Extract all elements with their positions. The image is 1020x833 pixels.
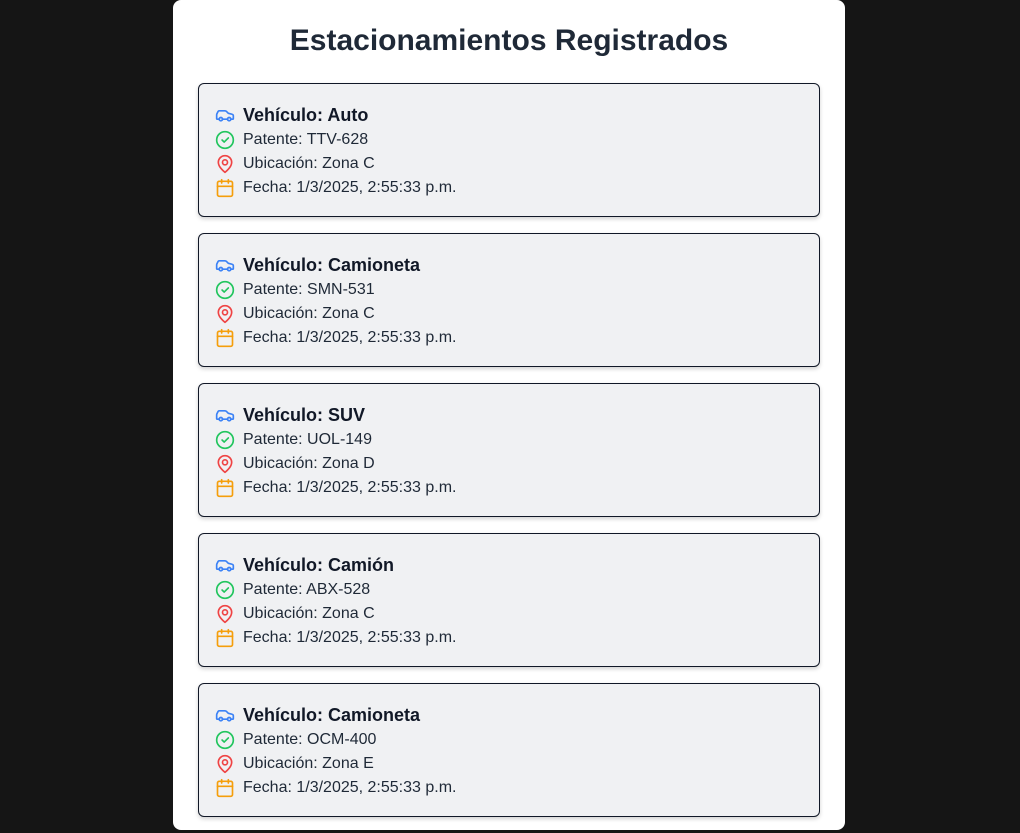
car-icon [215, 705, 235, 725]
vehicle-row: Vehículo: Camioneta [215, 704, 803, 726]
location-zone: Ubicación: Zona C [243, 605, 375, 622]
calendar-icon [215, 778, 235, 798]
map-pin-icon [215, 754, 235, 774]
vehicle-type: Vehículo: Camioneta [243, 254, 421, 275]
plate-row: Patente: ABX-528 [215, 578, 803, 602]
record-card: Vehículo: Camioneta Patente: OCM-400 Ubi… [198, 683, 820, 817]
date-row: Fecha: 1/3/2025, 2:55:33 p.m. [215, 476, 803, 500]
check-circle-icon [215, 130, 235, 150]
record-card: Vehículo: Camión Patente: ABX-528 Ubicac… [198, 533, 820, 667]
car-icon [215, 555, 235, 575]
record-card: Vehículo: Camioneta Patente: SMN-531 Ubi… [198, 233, 820, 367]
vehicle-row: Vehículo: Camión [215, 554, 803, 576]
check-circle-icon [215, 280, 235, 300]
location-row: Ubicación: Zona C [215, 152, 803, 176]
plate-number: Patente: ABX-528 [243, 581, 371, 598]
calendar-icon [215, 628, 235, 648]
car-icon [215, 105, 235, 125]
plate-number: Patente: UOL-149 [243, 431, 372, 448]
record-card: Vehículo: Auto Patente: TTV-628 Ubicació… [198, 83, 820, 217]
plate-number: Patente: TTV-628 [243, 131, 369, 148]
records-list: Vehículo: Auto Patente: TTV-628 Ubicació… [198, 83, 820, 833]
check-circle-icon [215, 730, 235, 750]
date-row: Fecha: 1/3/2025, 2:55:33 p.m. [215, 326, 803, 350]
record-card: Vehículo: SUV Patente: UOL-149 Ubicación… [198, 383, 820, 517]
registration-date: Fecha: 1/3/2025, 2:55:33 p.m. [243, 779, 457, 796]
date-row: Fecha: 1/3/2025, 2:55:33 p.m. [215, 776, 803, 800]
plate-row: Patente: SMN-531 [215, 278, 803, 302]
location-row: Ubicación: Zona C [215, 602, 803, 626]
car-icon [215, 405, 235, 425]
plate-row: Patente: OCM-400 [215, 728, 803, 752]
plate-number: Patente: OCM-400 [243, 731, 377, 748]
location-zone: Ubicación: Zona C [243, 155, 375, 172]
plate-row: Patente: TTV-628 [215, 128, 803, 152]
registration-date: Fecha: 1/3/2025, 2:55:33 p.m. [243, 479, 457, 496]
date-row: Fecha: 1/3/2025, 2:55:33 p.m. [215, 626, 803, 650]
car-icon [215, 255, 235, 275]
calendar-icon [215, 478, 235, 498]
registration-date: Fecha: 1/3/2025, 2:55:33 p.m. [243, 629, 457, 646]
check-circle-icon [215, 580, 235, 600]
vehicle-row: Vehículo: SUV [215, 404, 803, 426]
vehicle-type: Vehículo: SUV [243, 404, 366, 425]
vehicle-type: Vehículo: Auto [243, 104, 369, 125]
location-row: Ubicación: Zona D [215, 452, 803, 476]
location-row: Ubicación: Zona C [215, 302, 803, 326]
vehicle-type: Vehículo: Camión [243, 554, 395, 575]
calendar-icon [215, 328, 235, 348]
page-title: Estacionamientos Registrados [289, 24, 729, 57]
location-zone: Ubicación: Zona D [243, 455, 375, 472]
check-circle-icon [215, 430, 235, 450]
parking-records-panel: Estacionamientos Registrados Vehículo: A… [173, 0, 845, 830]
location-zone: Ubicación: Zona C [243, 305, 375, 322]
location-zone: Ubicación: Zona E [243, 755, 374, 772]
vehicle-row: Vehículo: Camioneta [215, 254, 803, 276]
map-pin-icon [215, 454, 235, 474]
map-pin-icon [215, 604, 235, 624]
calendar-icon [215, 178, 235, 198]
vehicle-type: Vehículo: Camioneta [243, 704, 421, 725]
vehicle-row: Vehículo: Auto [215, 104, 803, 126]
date-row: Fecha: 1/3/2025, 2:55:33 p.m. [215, 176, 803, 200]
map-pin-icon [215, 154, 235, 174]
plate-number: Patente: SMN-531 [243, 281, 375, 298]
registration-date: Fecha: 1/3/2025, 2:55:33 p.m. [243, 329, 457, 346]
registration-date: Fecha: 1/3/2025, 2:55:33 p.m. [243, 179, 457, 196]
map-pin-icon [215, 304, 235, 324]
location-row: Ubicación: Zona E [215, 752, 803, 776]
plate-row: Patente: UOL-149 [215, 428, 803, 452]
